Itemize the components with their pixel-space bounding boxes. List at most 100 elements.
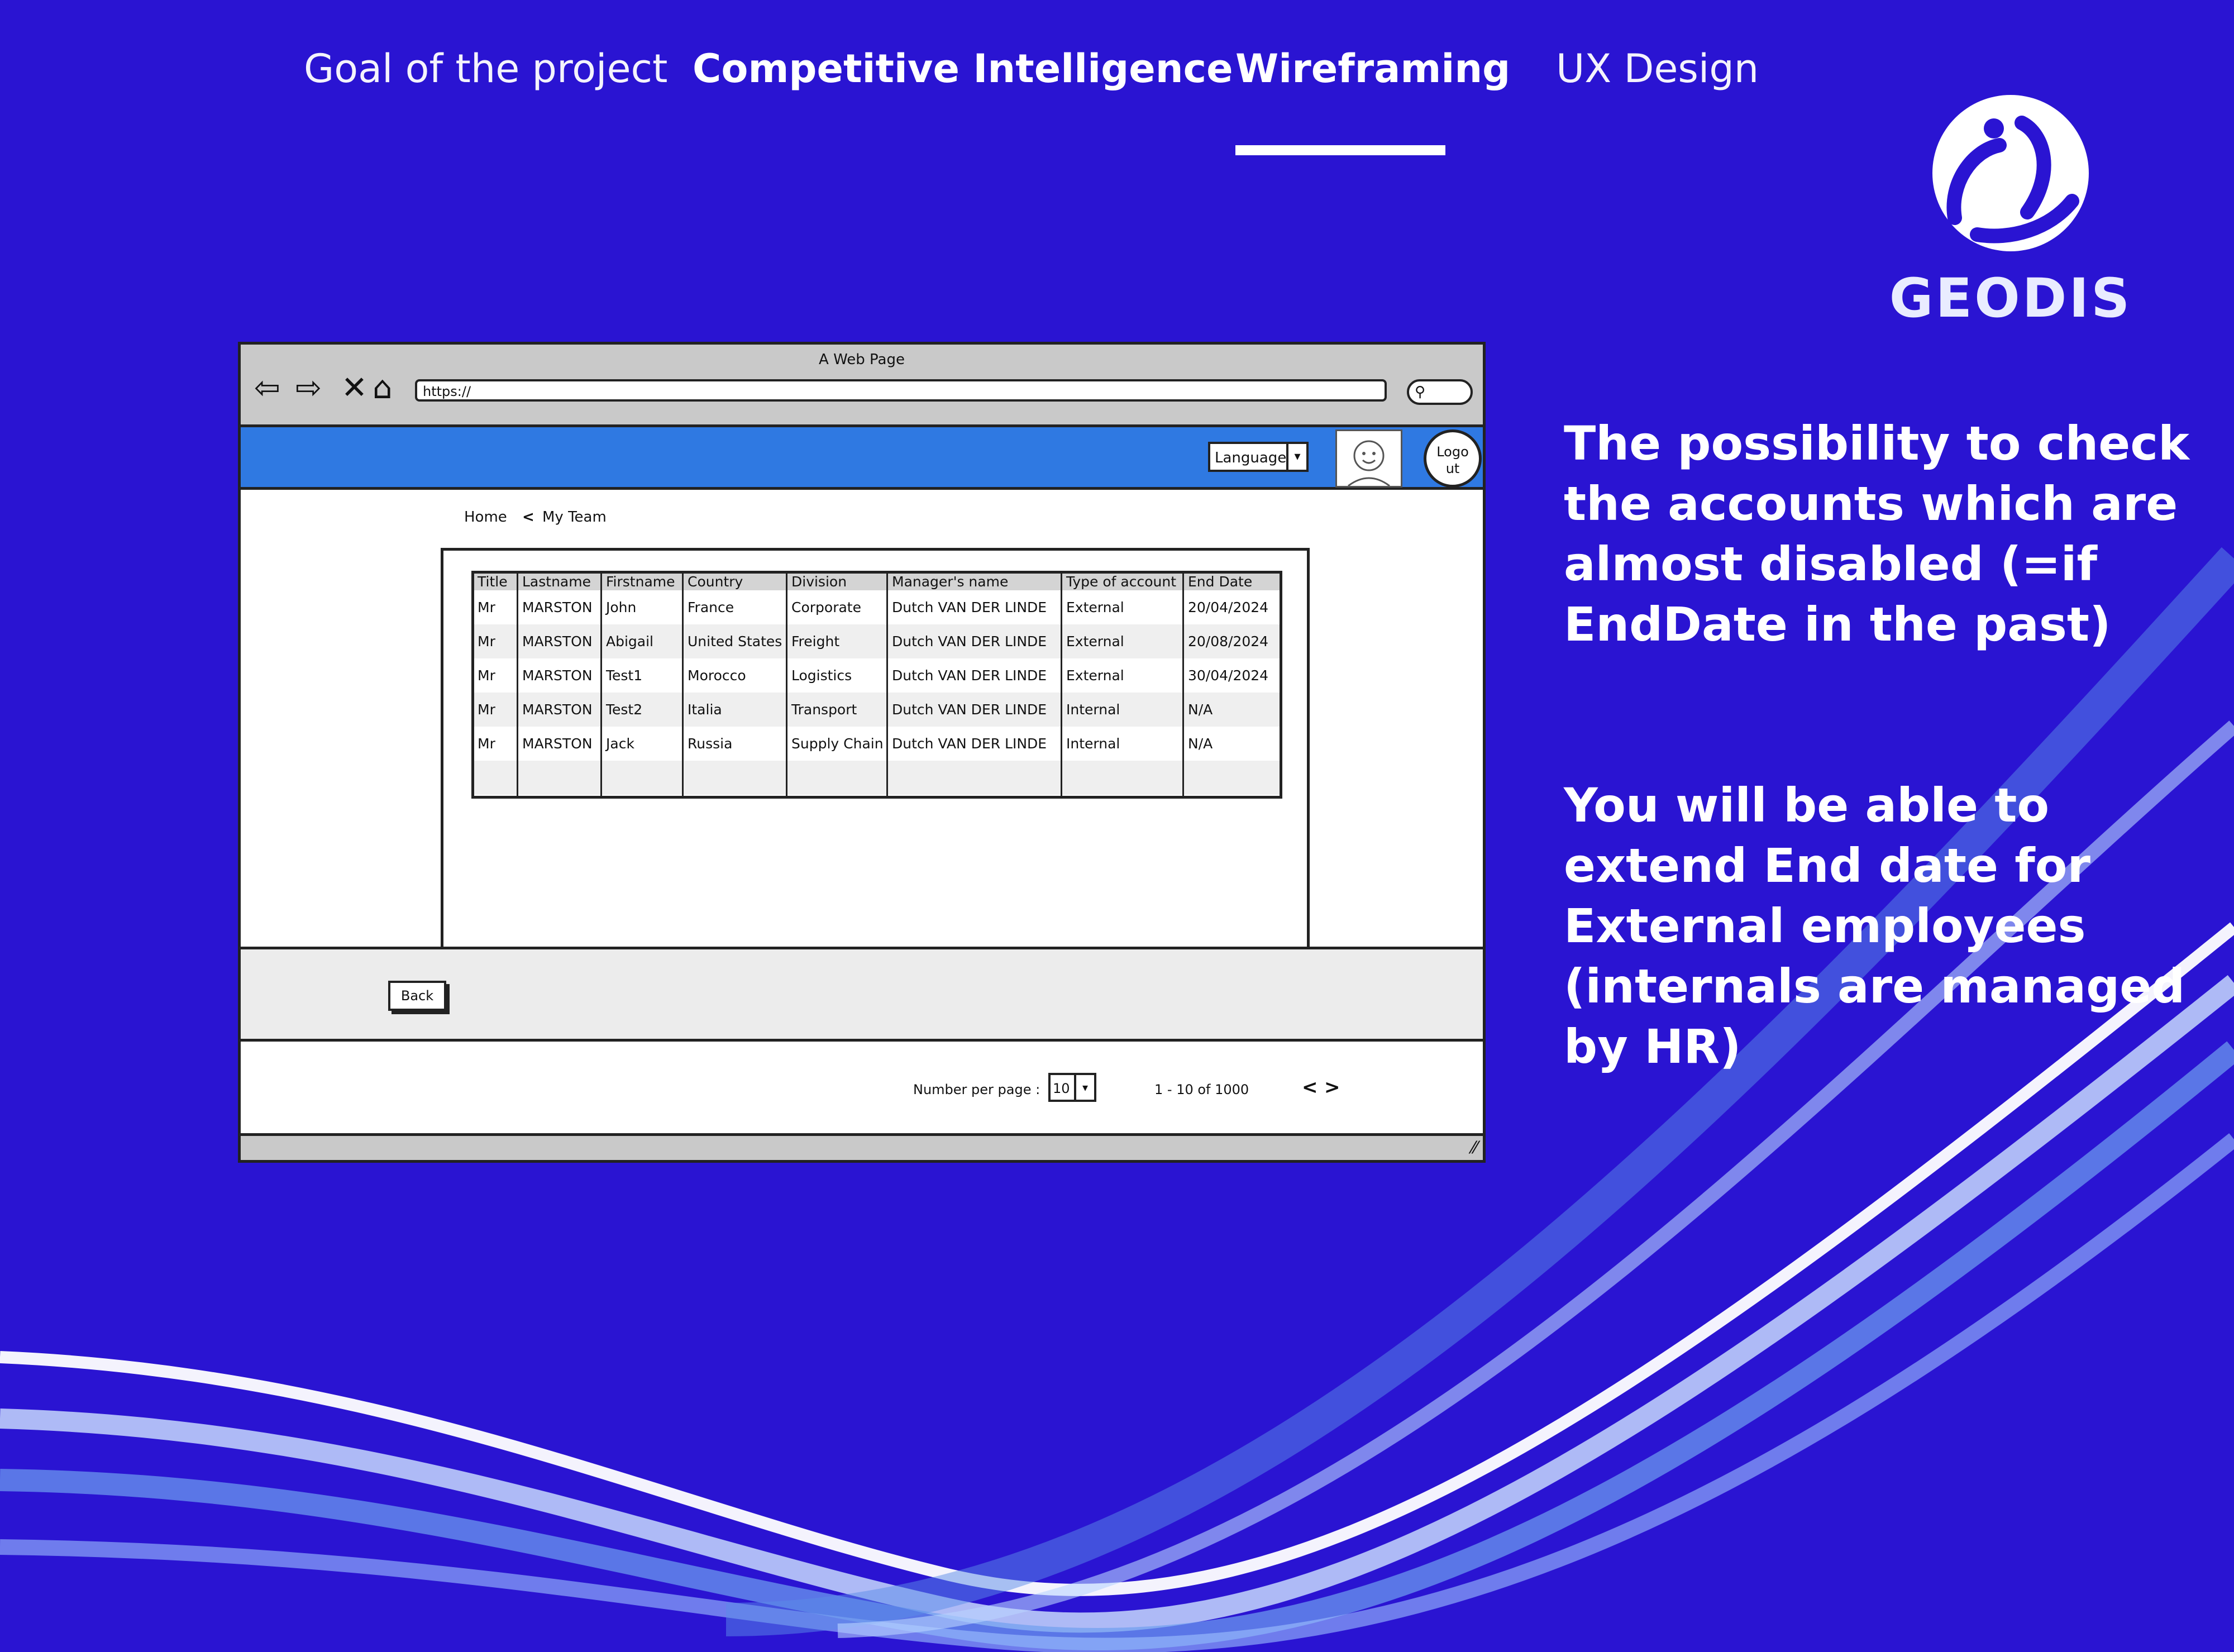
description-paragraph-1: The possibility to check the accounts wh…: [1564, 416, 2189, 652]
table-row-empty: [474, 761, 1280, 795]
next-page-icon[interactable]: >: [1324, 1076, 1340, 1099]
cell-division: Supply Chain: [791, 736, 884, 752]
language-select[interactable]: Language ▾: [1208, 442, 1309, 472]
table-row[interactable]: Mr MARSTON John France Corporate Dutch V…: [474, 590, 1280, 624]
cell-title: Mr: [478, 667, 495, 684]
browser-chrome: A Web Page ⇦ ⇨ ✕ ⌂ https:// ⚲: [241, 345, 1483, 427]
table-row[interactable]: Mr MARSTON Test1 Morocco Logistics Dutch…: [474, 658, 1280, 693]
column-header-account-type: Type of account: [1066, 574, 1177, 590]
app-bar: Language ▾ Logo ut: [241, 427, 1483, 490]
chevron-down-icon: ▾: [1286, 444, 1306, 470]
cell-firstname: Test2: [606, 701, 643, 718]
cell-firstname: Jack: [606, 736, 634, 752]
cell-account-type: External: [1066, 633, 1124, 650]
cell-country: France: [688, 599, 734, 615]
per-page-label: Number per page :: [913, 1082, 1040, 1097]
nav-wireframing[interactable]: Wireframing: [1235, 46, 1510, 92]
cell-division: Freight: [791, 633, 840, 650]
cell-account-type: Internal: [1066, 701, 1120, 718]
active-tab-indicator: [1235, 145, 1445, 155]
cell-end-date: 20/08/2024: [1188, 633, 1269, 650]
cell-title: Mr: [478, 701, 495, 718]
breadcrumb-home[interactable]: Home: [464, 509, 507, 526]
column-divider: [886, 574, 888, 796]
cell-lastname: MARSTON: [522, 599, 593, 615]
close-icon[interactable]: ✕: [341, 373, 367, 404]
column-divider: [517, 574, 518, 796]
column-header-division: Division: [791, 574, 847, 590]
breadcrumb-separator-icon: <: [522, 509, 534, 526]
search-button[interactable]: ⚲: [1407, 379, 1473, 405]
cell-firstname: John: [606, 599, 637, 615]
column-divider: [600, 574, 602, 796]
content-panel: Title Lastname Firstname Country Divisio…: [441, 548, 1310, 948]
cell-country: United States: [688, 633, 782, 650]
chevron-down-icon: ▾: [1074, 1075, 1094, 1100]
cell-account-type: Internal: [1066, 736, 1120, 752]
cell-manager: Dutch VAN DER LINDE: [892, 667, 1047, 684]
column-divider: [786, 574, 787, 796]
description-paragraph-2: You will be able to extend End date for …: [1564, 778, 2185, 1074]
column-header-lastname: Lastname: [522, 574, 591, 590]
cell-division: Logistics: [791, 667, 852, 684]
back-arrow-icon[interactable]: ⇦: [254, 373, 280, 404]
cell-end-date: N/A: [1188, 701, 1213, 718]
cell-country: Italia: [688, 701, 722, 718]
cell-division: Transport: [791, 701, 857, 718]
search-icon: ⚲: [1415, 384, 1426, 400]
cell-manager: Dutch VAN DER LINDE: [892, 701, 1047, 718]
per-page-value: 10: [1053, 1081, 1070, 1096]
column-divider: [1061, 574, 1062, 796]
cell-end-date: N/A: [1188, 736, 1213, 752]
page-range: 1 - 10 of 1000: [1154, 1082, 1249, 1097]
cell-country: Morocco: [688, 667, 746, 684]
action-footer: Back: [241, 947, 1483, 1042]
window-title: A Web Page: [819, 351, 905, 368]
column-header-country: Country: [688, 574, 743, 590]
breadcrumb-current: My Team: [542, 509, 607, 526]
previous-page-icon[interactable]: <: [1302, 1076, 1318, 1099]
logout-label-line-1: Logo: [1436, 444, 1469, 460]
cell-lastname: MARSTON: [522, 701, 593, 718]
cell-lastname: MARSTON: [522, 736, 593, 752]
cell-firstname: Abigail: [606, 633, 653, 650]
column-divider: [1182, 574, 1184, 796]
column-header-firstname: Firstname: [606, 574, 675, 590]
column-header-end-date: End Date: [1188, 574, 1253, 590]
logout-button[interactable]: Logo ut: [1424, 429, 1482, 488]
resize-grip-icon[interactable]: ⁄⁄: [1472, 1138, 1477, 1158]
forward-arrow-icon[interactable]: ⇨: [295, 373, 322, 404]
home-icon[interactable]: ⌂: [373, 373, 393, 404]
cell-lastname: MARSTON: [522, 633, 593, 650]
table-row[interactable]: Mr MARSTON Jack Russia Supply Chain Dutc…: [474, 727, 1280, 761]
cell-manager: Dutch VAN DER LINDE: [892, 633, 1047, 650]
table-row[interactable]: Mr MARSTON Test2 Italia Transport Dutch …: [474, 693, 1280, 727]
nav-competitive-intelligence[interactable]: Competitive Intelligence: [693, 46, 1233, 92]
url-bar[interactable]: https://: [415, 379, 1387, 402]
status-bar: ⁄⁄: [241, 1133, 1483, 1160]
cell-account-type: External: [1066, 599, 1124, 615]
cell-title: Mr: [478, 736, 495, 752]
logout-label-line-2: ut: [1445, 461, 1460, 476]
table-header-row: Title Lastname Firstname Country Divisio…: [474, 574, 1280, 590]
back-button[interactable]: Back: [388, 981, 446, 1011]
column-divider: [682, 574, 684, 796]
table-row[interactable]: Mr MARSTON Abigail United States Freight…: [474, 624, 1280, 658]
column-header-manager: Manager's name: [892, 574, 1009, 590]
cell-end-date: 20/04/2024: [1188, 599, 1269, 615]
cell-manager: Dutch VAN DER LINDE: [892, 736, 1047, 752]
brand-name: GEODIS: [1889, 267, 2132, 330]
language-label: Language: [1215, 450, 1287, 466]
cell-division: Corporate: [791, 599, 861, 615]
nav-ux-design[interactable]: UX Design: [1556, 46, 1759, 92]
nav-goal-of-project[interactable]: Goal of the project: [304, 46, 667, 92]
per-page-select[interactable]: 10 ▾: [1048, 1073, 1096, 1102]
cell-account-type: External: [1066, 667, 1124, 684]
cell-firstname: Test1: [606, 667, 643, 684]
cell-title: Mr: [478, 633, 495, 650]
user-avatar-icon[interactable]: [1335, 429, 1402, 488]
wireframe-window: A Web Page ⇦ ⇨ ✕ ⌂ https:// ⚲ Language ▾…: [238, 342, 1486, 1163]
cell-manager: Dutch VAN DER LINDE: [892, 599, 1047, 615]
cell-title: Mr: [478, 599, 495, 615]
team-table: Title Lastname Firstname Country Divisio…: [471, 571, 1282, 799]
